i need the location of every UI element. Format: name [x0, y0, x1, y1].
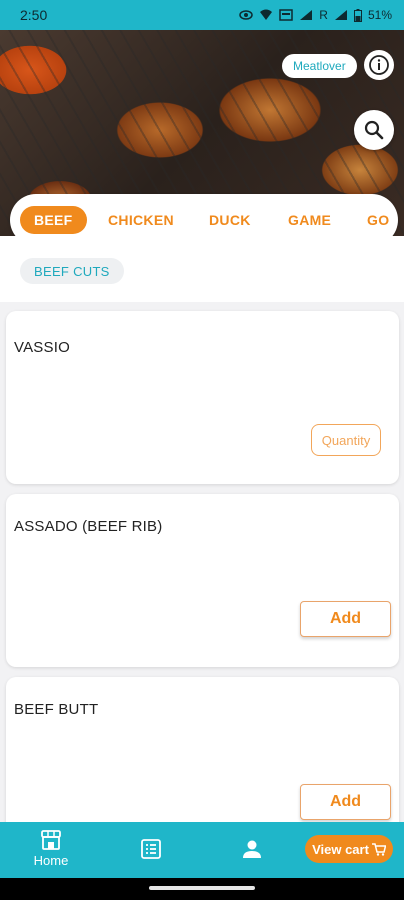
tab-beef[interactable]: BEEF [20, 206, 87, 234]
product-card[interactable]: ASSADO (BEEF RIB) Add [6, 494, 399, 667]
product-name: VASSIO [14, 339, 70, 356]
view-cart-button[interactable]: View cart [305, 835, 393, 863]
brand-pill[interactable]: Meatlover [282, 54, 357, 78]
tab-goat[interactable]: GO [367, 212, 389, 228]
tab-chicken[interactable]: CHICKEN [108, 212, 174, 228]
status-bar: 2:50 R 51% [0, 0, 404, 30]
orders-icon [141, 839, 161, 859]
status-icons: R 51% [239, 8, 392, 22]
gesture-handle[interactable] [149, 886, 255, 890]
battery-icon [353, 8, 362, 22]
status-time: 2:50 [20, 7, 48, 23]
eye-icon [239, 10, 254, 20]
signal-label: R [319, 8, 328, 22]
info-icon [369, 55, 389, 75]
tab-duck[interactable]: DUCK [209, 212, 251, 228]
cart-icon [371, 842, 386, 856]
add-button[interactable]: Add [300, 784, 391, 820]
tab-game[interactable]: GAME [288, 212, 331, 228]
bottom-navigation: Home View cart [0, 822, 404, 878]
subcategory-bar: BEEF CUTS [0, 236, 404, 302]
search-icon [364, 120, 384, 140]
product-name: ASSADO (BEEF RIB) [14, 518, 163, 535]
product-card[interactable]: BEEF BUTT Add [6, 677, 399, 837]
subcategory-chip[interactable]: BEEF CUTS [20, 258, 124, 284]
signal-icon [300, 10, 313, 20]
info-button[interactable] [364, 50, 394, 80]
nav-profile[interactable] [241, 838, 263, 865]
profile-icon [243, 840, 261, 858]
signal-icon [334, 10, 347, 20]
battery-level: 51% [367, 8, 392, 22]
product-name: BEEF BUTT [14, 701, 99, 718]
product-card[interactable]: VASSIO Quantity [6, 311, 399, 484]
store-icon [41, 830, 61, 850]
search-button[interactable] [354, 110, 394, 150]
category-tabs: BEEF CHICKEN DUCK GAME GO [10, 194, 398, 236]
quantity-button[interactable]: Quantity [311, 424, 381, 456]
nfc-icon [279, 9, 294, 21]
nav-home[interactable]: Home [26, 830, 76, 868]
hero-banner-image: Meatlover BEEF CHICKEN DUCK GAME GO [0, 30, 404, 236]
add-button[interactable]: Add [300, 601, 391, 637]
nav-home-label: Home [33, 853, 69, 868]
wifi-icon [260, 9, 273, 20]
nav-orders[interactable] [140, 838, 162, 865]
view-cart-label: View cart [312, 841, 369, 857]
